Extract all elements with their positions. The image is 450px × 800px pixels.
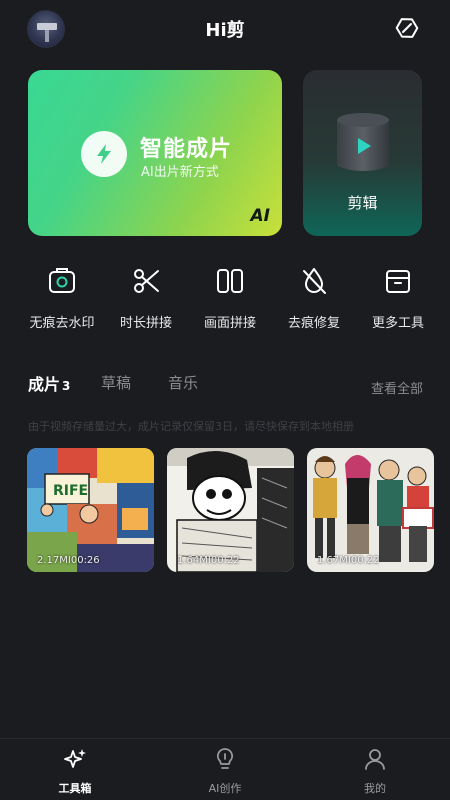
nav-mine[interactable]: 我的 [325,745,425,799]
tool-label: 画面拼接 [203,316,256,331]
scissors-icon [134,269,159,293]
nav-toolbox[interactable]: 工具箱 [25,745,125,799]
thumbnail-image [307,448,434,572]
tool-more[interactable]: 更多工具 [353,262,443,338]
nav-ai-create[interactable]: AI创作 [175,745,275,799]
tab-count: 3 [62,379,71,393]
tool-duration-splice[interactable]: 时长拼接 [101,262,191,338]
smart-film-subtitle: AI出片新方式 [141,165,219,180]
video-thumbnail-3[interactable]: 1.67MI00:22 [307,448,434,572]
play-cylinder-icon [337,113,389,171]
content-tabs: 成片 3 草稿 音乐 查看全部 [0,368,450,398]
retention-notice: 由于视频存储量过大，成片记录仅保留3日，请尽快保存到本地相册 [28,420,354,433]
tool-label: 无痕去水印 [29,316,95,331]
video-meta: 1.64MI00:22 [177,555,240,566]
sparkle-icon [64,749,86,768]
thumbnail-image [167,448,294,572]
view-all-link[interactable]: 查看全部 [371,378,423,397]
bolt-icon [81,131,127,177]
tool-watermark-remove[interactable]: 无痕去水印 [17,262,107,338]
nav-label: AI创作 [208,782,242,795]
video-thumbnail-1[interactable]: RIFE 2.17MI00:26 [27,448,154,572]
split-screen-icon [217,269,243,293]
smart-film-title: 智能成片 [140,137,233,162]
repair-icon [303,268,326,294]
tab-label: 成片 [28,375,61,394]
page-title: Hi剪 [205,20,245,41]
nav-label: 工具箱 [58,782,92,795]
video-thumbnail-2[interactable]: 1.64MI00:22 [167,448,294,572]
person-icon [365,749,385,770]
svg-text:RIFE: RIFE [53,483,88,499]
tool-trace-repair[interactable]: 去痕修复 [269,262,359,338]
tab-finished[interactable]: 成片 3 [28,371,70,395]
tool-frame-splice[interactable]: 画面拼接 [185,262,275,338]
tool-label: 时长拼接 [119,316,172,331]
bottom-nav: 工具箱 AI创作 我的 [0,738,450,800]
settings-icon[interactable] [394,15,420,41]
edit-card[interactable]: 剪辑 [303,70,422,236]
video-meta: 2.17MI00:26 [37,555,100,566]
video-meta: 1.67MI00:22 [317,555,380,566]
tools-row: 无痕去水印 时长拼接 画面拼接 去痕修复 更多工具 [0,262,450,342]
watermark-remove-icon [49,268,75,293]
header: Hi剪 [0,8,450,48]
toolbox-icon [386,270,410,293]
smart-film-card[interactable]: 智能成片 AI出片新方式 AI [28,70,282,236]
ai-badge: AI [250,206,270,226]
lightbulb-icon [217,748,233,769]
tool-label: 更多工具 [371,316,424,331]
thumbnail-image: RIFE [27,448,154,572]
status-bar [0,0,450,8]
tab-music[interactable]: 音乐 [168,372,198,393]
nav-label: 我的 [364,782,386,795]
tab-drafts[interactable]: 草稿 [101,372,131,393]
edit-label: 剪辑 [347,194,378,212]
tool-label: 去痕修复 [287,316,340,331]
